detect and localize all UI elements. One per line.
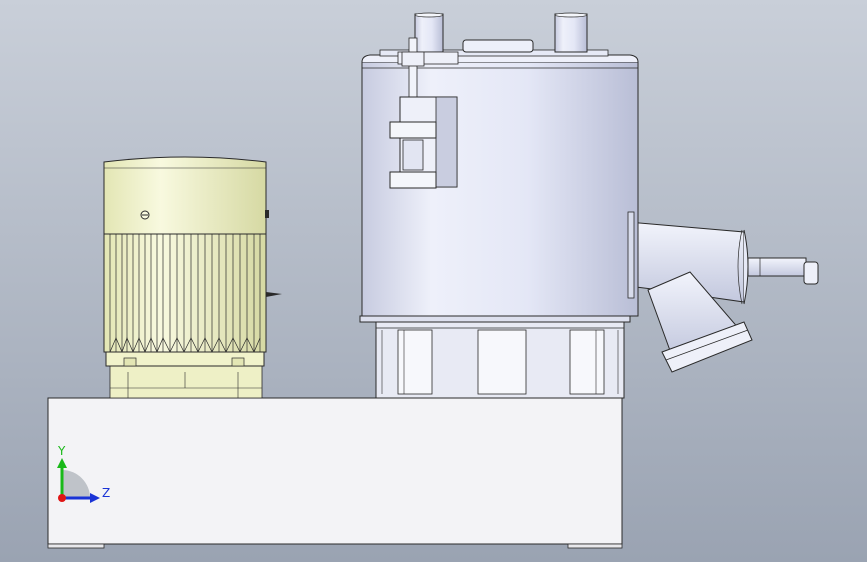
y-axis-label: Y [57,444,66,458]
motor-mount [109,364,263,399]
inlet-pipe-right [554,13,588,53]
vessel-bottom-rim [359,315,631,323]
inlet-pipe-left [414,13,444,53]
outlet-nozzle [747,257,807,277]
support-window-2 [477,329,527,395]
lock-block-lower [389,171,437,189]
x-axis-point-icon [58,494,66,502]
support-window-3 [569,329,605,395]
base-frame[interactable] [47,397,623,549]
z-axis-label: Z [102,486,110,500]
motor-fins [103,233,267,353]
motor-side-bolt [265,210,269,218]
cad-drawing[interactable]: Y Z [0,0,867,562]
cad-viewport[interactable]: Y Z [0,0,867,562]
base-foot-left [47,543,105,549]
motor[interactable] [103,156,282,399]
support-window-1 [397,329,433,395]
lock-block-upper [389,121,437,139]
center-port [462,39,534,53]
base-foot-right [567,543,623,549]
vessel-support[interactable] [375,319,625,399]
